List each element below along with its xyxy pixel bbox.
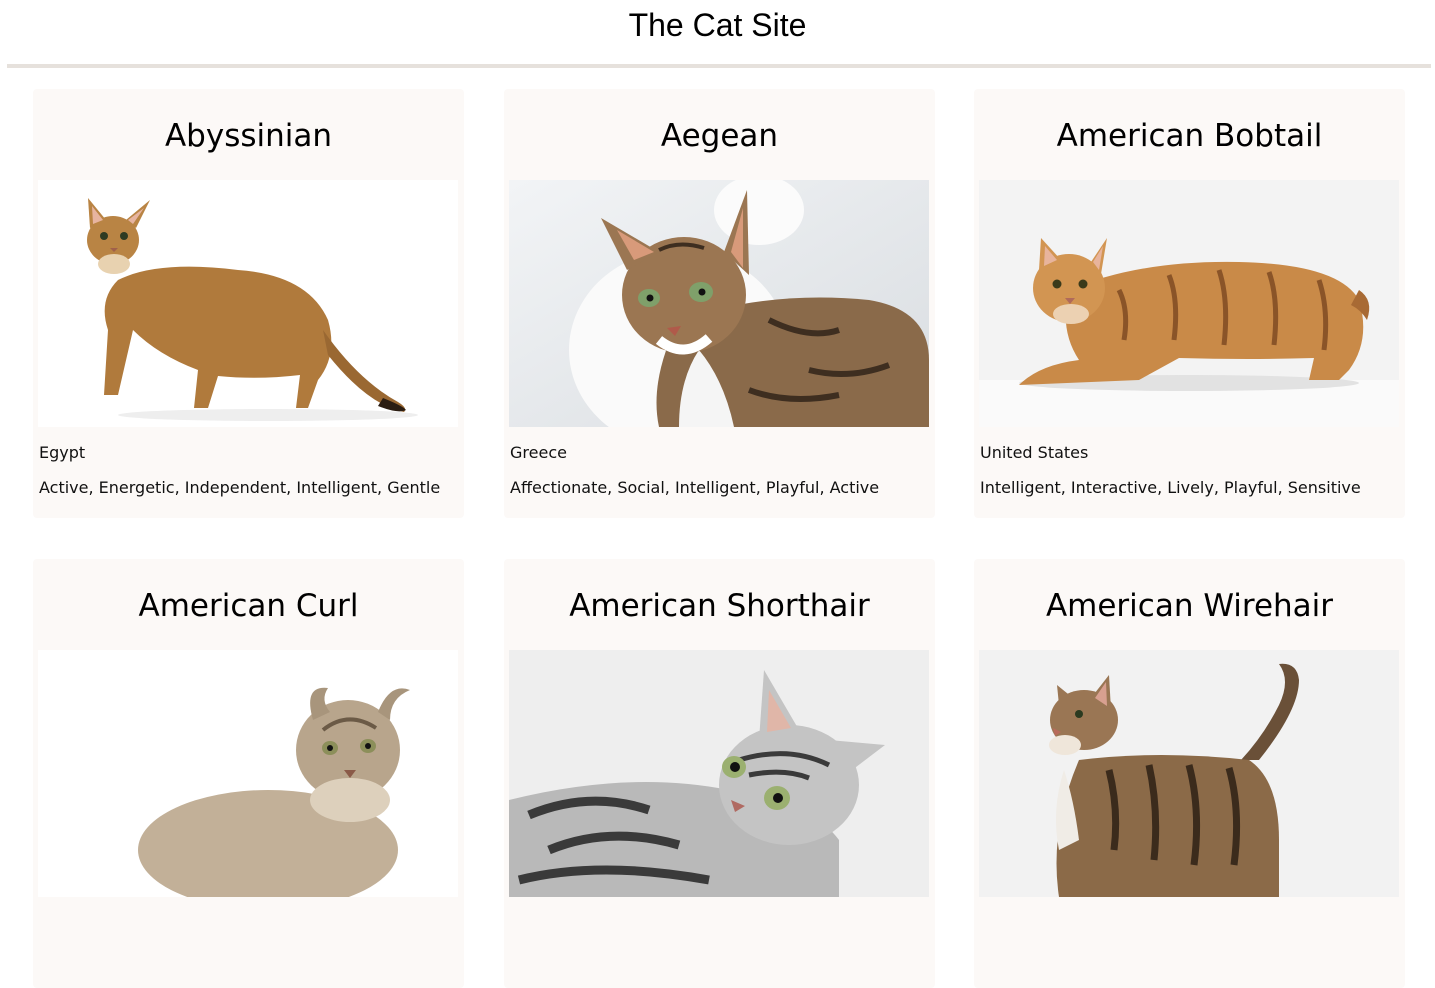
breed-temperament: Intelligent, Interactive, Lively, Playfu…	[980, 478, 1361, 497]
site-title: The Cat Site	[628, 7, 807, 43]
breed-name: Aegean	[660, 118, 779, 154]
breed-origin: Egypt	[39, 443, 86, 462]
breed-photo	[979, 650, 1399, 897]
cat-illustration	[38, 650, 458, 897]
header-divider	[7, 64, 1431, 68]
breed-photo	[38, 180, 458, 427]
cat-illustration	[509, 650, 929, 897]
breed-name: American Shorthair	[569, 588, 870, 624]
breed-photo	[979, 180, 1399, 427]
breed-card[interactable]: American Shorthair	[504, 559, 935, 988]
breed-photo	[38, 650, 458, 897]
cat-illustration	[979, 650, 1399, 897]
breed-name: American Bobtail	[1056, 118, 1323, 154]
breed-name: American Curl	[138, 588, 359, 624]
breed-name: American Wirehair	[1045, 588, 1334, 624]
breed-temperament: Active, Energetic, Independent, Intellig…	[39, 478, 441, 497]
cat-illustration	[38, 180, 458, 427]
breed-name: Abyssinian	[164, 118, 333, 154]
cat-illustration	[979, 180, 1399, 427]
breed-card[interactable]: American Bobtail United States Intellige…	[974, 89, 1405, 518]
breed-card[interactable]: Aegean Greece Affectionate, Social, Inte…	[504, 89, 935, 518]
breed-card[interactable]: American Curl	[33, 559, 464, 988]
breed-photo	[509, 650, 929, 897]
breed-temperament: Affectionate, Social, Intelligent, Playf…	[510, 478, 880, 497]
site-header: The Cat Site	[0, 0, 1435, 68]
breed-origin: Greece	[510, 443, 567, 462]
breed-photo	[509, 180, 929, 427]
cat-illustration	[509, 180, 929, 427]
breed-card[interactable]: Abyssinian Egypt Active, Energetic, Inde…	[33, 89, 464, 518]
breed-origin: United States	[980, 443, 1089, 462]
breed-card[interactable]: American Wirehair	[974, 559, 1405, 988]
